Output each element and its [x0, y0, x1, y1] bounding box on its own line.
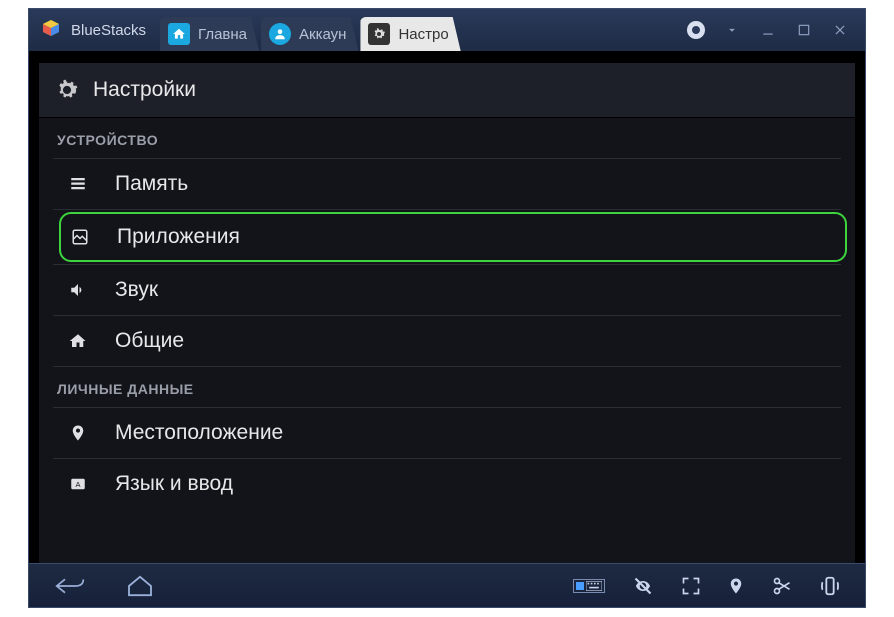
fullscreen-icon[interactable]: [681, 576, 701, 596]
title-bar: BlueStacks Главна Аккаун Настро: [29, 9, 865, 51]
gear-icon: [53, 76, 81, 104]
shake-icon[interactable]: [819, 575, 841, 597]
android-nav-bar: [29, 563, 865, 607]
app-name: BlueStacks: [71, 22, 146, 39]
svg-text:A: A: [75, 480, 80, 489]
tab-label: Аккаун: [299, 26, 346, 43]
bluestacks-logo-icon: [39, 18, 63, 42]
user-indicator-icon[interactable]: [687, 21, 705, 39]
divider: [53, 209, 841, 210]
apps-icon: [69, 228, 91, 246]
setting-sound[interactable]: Звук: [39, 265, 855, 315]
keyboard-toggle-icon[interactable]: [573, 579, 605, 593]
account-icon: [269, 23, 291, 45]
storage-icon: [67, 175, 89, 193]
setting-label: Местоположение: [115, 421, 283, 445]
app-logo: [37, 16, 65, 44]
nav-left: [55, 575, 153, 597]
language-icon: A: [67, 475, 89, 493]
scissors-icon[interactable]: [771, 576, 793, 596]
section-header-device: УСТРОЙСТВО: [39, 118, 855, 158]
close-icon[interactable]: [831, 21, 849, 39]
dropdown-icon[interactable]: [723, 21, 741, 39]
setting-label: Язык и ввод: [115, 472, 233, 496]
sound-icon: [67, 281, 89, 299]
tab-home[interactable]: Главна: [160, 17, 259, 51]
setting-label: Память: [115, 172, 188, 196]
settings-icon: [368, 23, 390, 45]
panel-header: Настройки: [39, 63, 855, 118]
setting-memory[interactable]: Память: [39, 159, 855, 209]
minimize-icon[interactable]: [759, 21, 777, 39]
window-controls: [687, 21, 857, 39]
visibility-off-icon[interactable]: [631, 576, 655, 596]
section-header-personal: ЛИЧНЫЕ ДАННЫЕ: [39, 367, 855, 407]
location-pin-icon[interactable]: [727, 575, 745, 597]
setting-apps[interactable]: Приложения: [59, 212, 847, 262]
nav-right: [573, 575, 855, 597]
home-button[interactable]: [127, 575, 153, 597]
location-icon: [67, 424, 89, 442]
setting-label: Приложения: [117, 225, 240, 249]
setting-location[interactable]: Местоположение: [39, 408, 855, 458]
settings-panel: Настройки УСТРОЙСТВО Память Приложения: [39, 63, 855, 563]
tab-settings[interactable]: Настро: [360, 17, 460, 51]
back-button[interactable]: [55, 575, 85, 597]
content-area: Настройки УСТРОЙСТВО Память Приложения: [29, 51, 865, 563]
home-icon: [168, 23, 190, 45]
setting-general[interactable]: Общие: [39, 316, 855, 366]
tab-label: Настро: [398, 26, 448, 43]
app-window: BlueStacks Главна Аккаун Настро: [28, 8, 866, 608]
maximize-icon[interactable]: [795, 21, 813, 39]
tab-account[interactable]: Аккаун: [261, 17, 358, 51]
setting-label: Общие: [115, 329, 184, 353]
panel-title: Настройки: [93, 78, 196, 102]
home-icon: [67, 332, 89, 350]
setting-language[interactable]: A Язык и ввод: [39, 459, 855, 509]
tabs-container: Главна Аккаун Настро: [160, 9, 463, 51]
setting-label: Звук: [115, 278, 158, 302]
tab-label: Главна: [198, 26, 247, 43]
